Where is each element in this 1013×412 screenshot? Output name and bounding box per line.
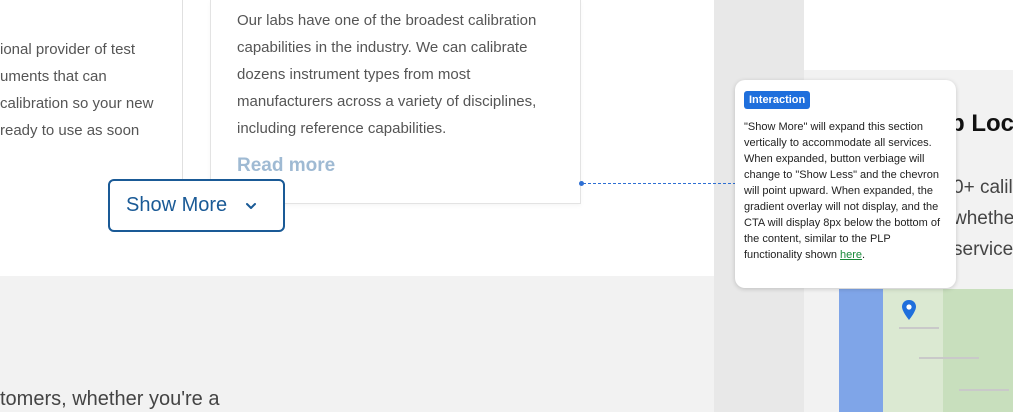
lab-locations-text: 0+ calil whethe service <box>953 172 1013 265</box>
interaction-annotation: Interaction "Show More" will expand this… <box>735 80 956 288</box>
column-divider <box>182 0 183 186</box>
lab-locations-map[interactable] <box>839 289 1013 412</box>
left-line: ready to use as soon <box>0 122 140 139</box>
read-more-link[interactable]: Read more <box>237 155 335 177</box>
map-road <box>899 327 939 329</box>
annotation-connector-line <box>583 183 736 184</box>
left-line: uments that can <box>0 68 107 85</box>
map-pin-icon[interactable] <box>901 299 917 321</box>
interaction-badge: Interaction <box>744 91 811 109</box>
annotation-body: "Show More" will expand this section ver… <box>744 121 941 261</box>
annotation-period: . <box>862 249 866 261</box>
left-line: ional provider of test <box>0 41 136 58</box>
left-column-text: ional provider of test uments that can c… <box>0 36 170 144</box>
lab-locations-heading: b Loc <box>950 110 1013 137</box>
map-road <box>919 357 979 359</box>
annotation-here-link[interactable]: here <box>840 249 862 261</box>
map-land <box>943 289 1013 412</box>
right-line: service <box>953 239 1013 260</box>
right-panel-top <box>804 0 1013 70</box>
annotation-text: "Show More" will expand this section ver… <box>744 119 947 263</box>
map-road <box>959 389 1009 391</box>
left-line: calibration so your new <box>0 95 154 112</box>
show-more-button[interactable]: Show More <box>108 179 285 232</box>
service-card: Our labs have one of the broadest calibr… <box>210 0 581 204</box>
section-intro-text: tomers, whether you're a <box>0 388 220 410</box>
chevron-down-icon <box>246 202 257 209</box>
right-line: whethe <box>953 208 1013 229</box>
right-line: 0+ calil <box>953 177 1013 198</box>
map-ocean <box>839 289 883 412</box>
show-more-label: Show More <box>126 194 228 216</box>
card-description: Our labs have one of the broadest calibr… <box>237 12 537 137</box>
